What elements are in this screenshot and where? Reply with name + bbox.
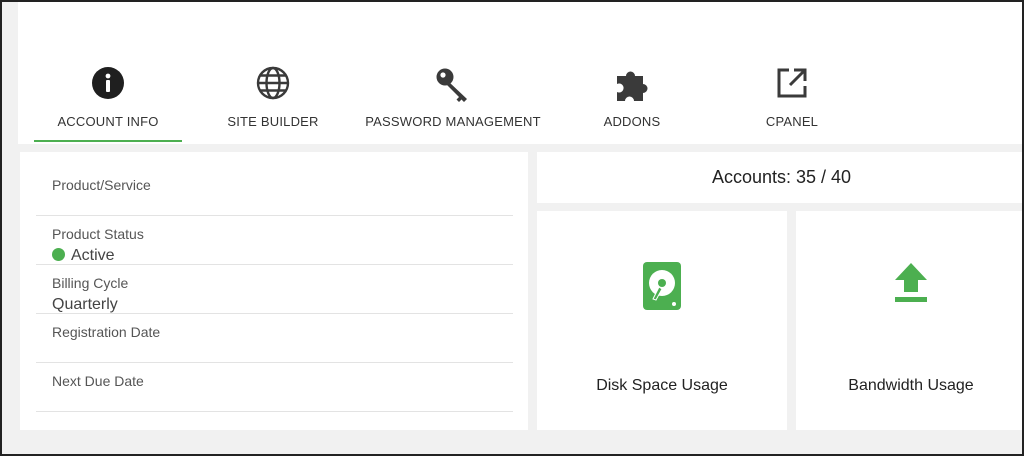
tab-label: CPANEL — [765, 114, 819, 129]
info-circle-icon — [34, 66, 182, 106]
product-service-row: Product/Service — [36, 167, 513, 216]
disk-space-usage-card[interactable]: Disk Space Usage — [537, 211, 787, 430]
tab-label: ADDONS — [603, 114, 661, 129]
tab-addons[interactable]: ADDONS — [568, 66, 696, 144]
bandwidth-usage-label: Bandwidth Usage — [848, 377, 974, 394]
tab-cpanel[interactable]: CPANEL — [718, 66, 866, 144]
upload-icon — [796, 261, 1022, 303]
next-due-date-label: Next Due Date — [52, 373, 144, 389]
billing-cycle-row: Billing Cycle Quarterly — [36, 265, 513, 314]
next-due-date-row: Next Due Date — [36, 363, 513, 412]
app-window: ACCOUNT INFO SITE BUILDER PASSWORD MANAG… — [0, 0, 1024, 456]
disk-space-usage-label: Disk Space Usage — [596, 377, 728, 394]
hard-drive-icon — [537, 261, 787, 311]
product-status-row: Product Status Active — [36, 216, 513, 265]
billing-cycle-label: Billing Cycle — [52, 275, 129, 291]
product-service-label: Product/Service — [52, 177, 151, 193]
product-status-label: Product Status — [52, 226, 144, 242]
registration-date-row: Registration Date — [36, 314, 513, 363]
accounts-count: Accounts: 35 / 40 — [537, 152, 1022, 203]
tab-label: ACCOUNT INFO — [57, 114, 159, 129]
billing-cycle-value: Quarterly — [52, 296, 118, 313]
tab-account-info[interactable]: ACCOUNT INFO — [34, 66, 182, 144]
product-status-value: Active — [52, 247, 115, 265]
bandwidth-usage-card[interactable]: Bandwidth Usage — [796, 211, 1022, 430]
tab-site-builder[interactable]: SITE BUILDER — [202, 66, 344, 144]
puzzle-icon — [568, 66, 696, 106]
status-dot-icon — [52, 248, 65, 261]
tab-label: PASSWORD MANAGEMENT — [365, 114, 541, 129]
tab-bar: ACCOUNT INFO SITE BUILDER PASSWORD MANAG… — [18, 2, 1022, 144]
product-details-panel: Product/Service Product Status Active Bi… — [20, 152, 528, 430]
key-icon — [361, 66, 545, 106]
tab-label: SITE BUILDER — [227, 114, 319, 129]
status-text: Active — [71, 247, 115, 264]
external-link-icon — [718, 66, 866, 106]
globe-icon — [202, 66, 344, 106]
registration-date-label: Registration Date — [52, 324, 161, 340]
tab-password-management[interactable]: PASSWORD MANAGEMENT — [361, 66, 545, 144]
